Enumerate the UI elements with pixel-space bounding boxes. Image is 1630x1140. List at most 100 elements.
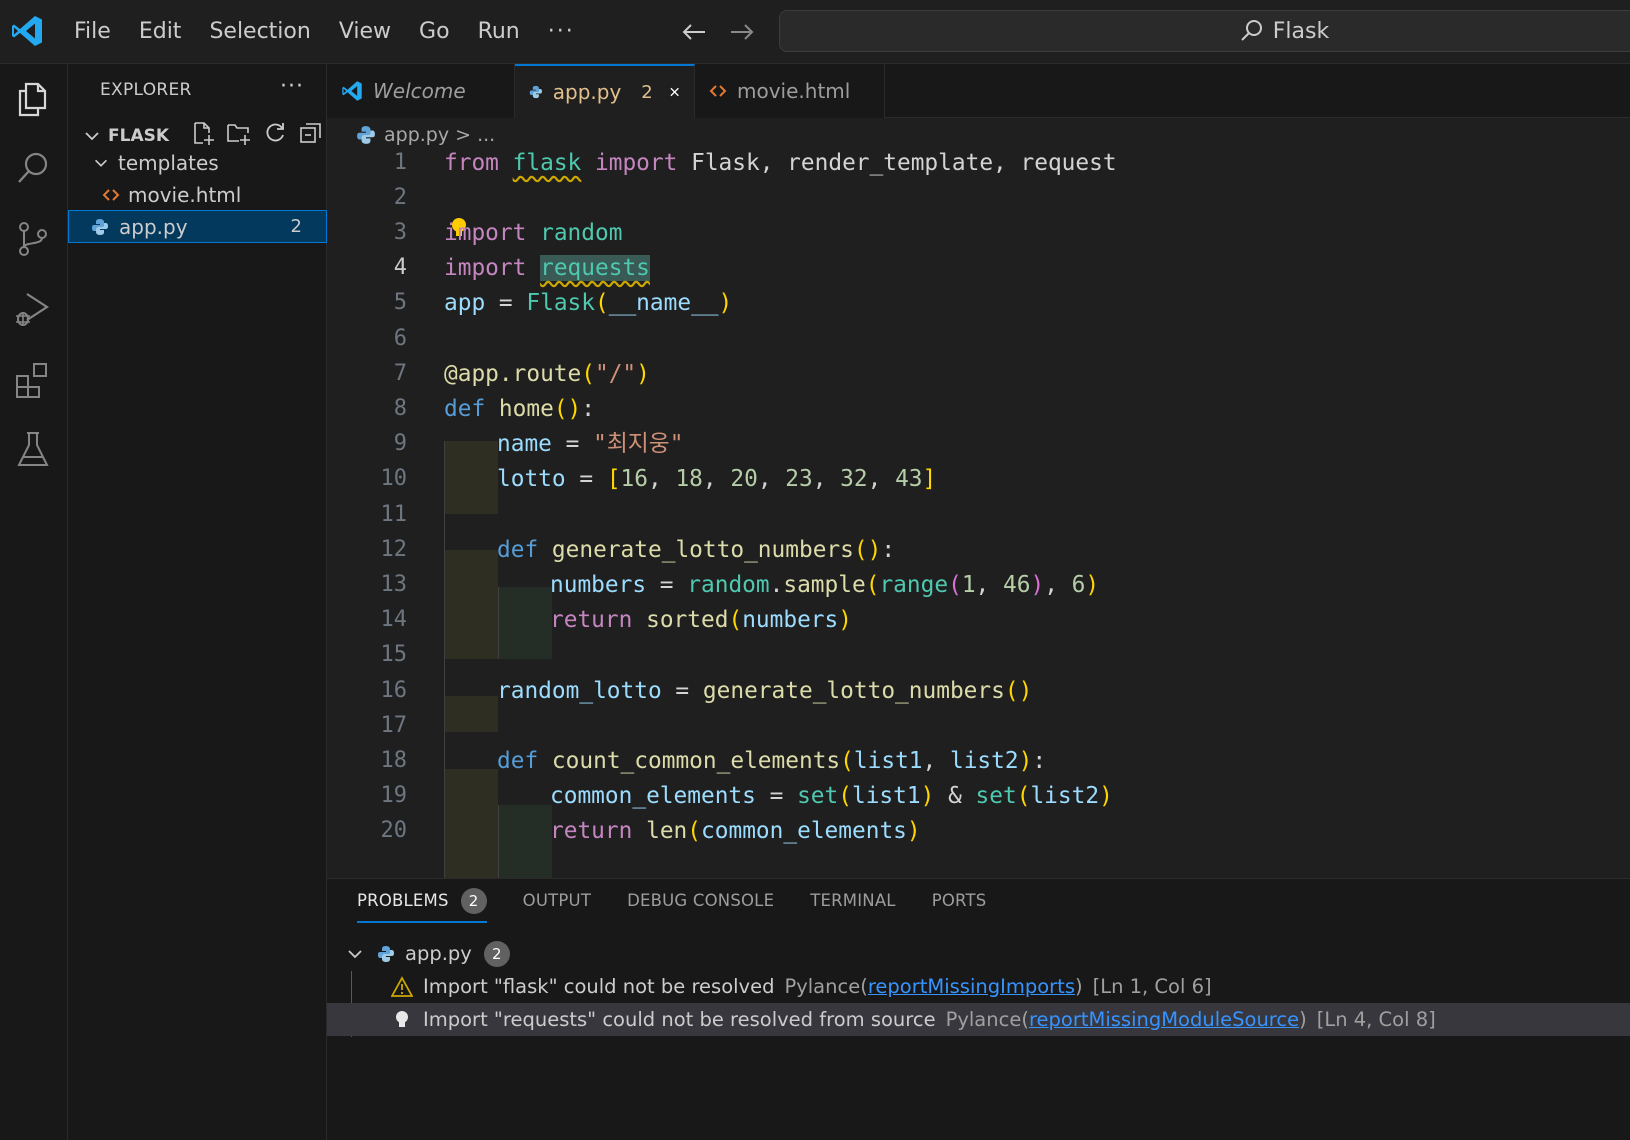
problem-source: Pylance(reportMissingImports): [784, 975, 1083, 998]
menu-go[interactable]: Go: [405, 12, 464, 52]
tree-item-movie-html[interactable]: movie.html: [68, 178, 327, 211]
problems-file-badge: 2: [483, 940, 510, 967]
panel-tabs: PROBLEMS 2 OUTPUT DEBUG CONSOLE TERMINAL …: [357, 879, 1022, 923]
run-debug-icon[interactable]: [12, 288, 54, 330]
line-number: 1: [393, 150, 407, 175]
line-number: 17: [380, 713, 408, 738]
problem-code-link[interactable]: reportMissingImports: [868, 975, 1075, 998]
breadcrumb[interactable]: app.py > ...: [356, 120, 495, 150]
code-line-16: random_lotto = generate_lotto_numbers(): [497, 678, 1033, 704]
extensions-icon[interactable]: [12, 358, 54, 400]
command-center-search[interactable]: Flask: [779, 10, 1630, 52]
code-line-18: def count_common_elements(list1, list2):: [497, 748, 1047, 774]
line-number: 2: [393, 185, 407, 210]
tab-output[interactable]: OUTPUT: [523, 879, 591, 923]
explorer-more-button[interactable]: ···: [280, 74, 304, 99]
vscode-logo-icon: [342, 81, 362, 101]
code-line-10: lotto = [16, 18, 20, 23, 32, 43]: [497, 466, 937, 492]
tab-label: movie.html: [737, 79, 851, 103]
back-arrow-icon[interactable]: [678, 16, 710, 48]
line-number-current: 4: [393, 255, 407, 280]
html-file-icon: [709, 85, 727, 97]
line-number: 6: [393, 326, 407, 351]
tree-item-templates[interactable]: templates: [68, 146, 327, 179]
menu-run[interactable]: Run: [464, 12, 534, 52]
chevron-down-icon: [348, 949, 362, 958]
new-folder-icon[interactable]: [226, 120, 252, 146]
indent-guide-block: [498, 587, 552, 659]
tab-ports[interactable]: PORTS: [932, 879, 987, 923]
indent-guide-block: [444, 441, 498, 514]
code-editor[interactable]: 1 2 3 4 5 6 7 8 9 10 11 12 13 14 15 16 1…: [327, 150, 1630, 878]
explorer-sidebar: EXPLORER ··· FLASK templates movie.html …: [68, 64, 327, 1140]
indent-guide-block: [444, 769, 498, 878]
title-bar: File Edit Selection View Go Run ··· Flas…: [0, 0, 1630, 64]
problem-location: [Ln 4, Col 8]: [1316, 1008, 1436, 1031]
problems-count-badge: 2: [460, 888, 487, 914]
chevron-down-icon: [95, 159, 107, 167]
code-line-7: @app.route("/"): [444, 361, 650, 387]
line-number: 7: [393, 361, 407, 386]
line-number: 10: [380, 466, 408, 491]
tab-debug-console[interactable]: DEBUG CONSOLE: [627, 879, 774, 923]
problem-row-selected[interactable]: Import "requests" could not be resolved …: [327, 1003, 1630, 1036]
line-number: 16: [380, 678, 408, 703]
menu-file[interactable]: File: [60, 12, 125, 52]
tab-label: Welcome: [373, 79, 466, 103]
search-icon[interactable]: [12, 148, 54, 190]
menu-edit[interactable]: Edit: [125, 12, 196, 52]
breadcrumb-rest[interactable]: > ...: [455, 124, 495, 146]
tab-movie-html[interactable]: movie.html: [695, 64, 885, 118]
code-line-12: def generate_lotto_numbers():: [497, 537, 896, 563]
explorer-files-icon[interactable]: [12, 78, 54, 120]
editor-tabs: Welcome app.py 2 movie.html: [327, 64, 1630, 118]
tree-item-app-py[interactable]: app.py 2: [68, 210, 327, 243]
lightbulb-icon: [396, 1010, 408, 1027]
tab-terminal[interactable]: TERMINAL: [810, 879, 896, 923]
code-line-1: from flask import Flask, render_template…: [444, 150, 1117, 176]
menu-selection[interactable]: Selection: [195, 12, 324, 52]
line-number: 11: [380, 502, 408, 527]
indent-guide-block: [444, 696, 498, 732]
indent-guide-block: [498, 805, 552, 878]
tree-item-label: templates: [118, 150, 219, 175]
source-control-icon[interactable]: [12, 218, 54, 260]
python-file-icon: [378, 945, 394, 962]
breadcrumb-file[interactable]: app.py: [384, 124, 449, 146]
code-line-19: common_elements = set(list1) & set(list2…: [550, 783, 1113, 809]
problem-code-link[interactable]: reportMissingModuleSource: [1029, 1008, 1299, 1031]
problem-message: Import "requests" could not be resolved …: [423, 1008, 936, 1031]
problems-file-row[interactable]: app.py 2: [327, 937, 1630, 970]
testing-flask-icon[interactable]: [12, 428, 54, 470]
python-file-icon: [357, 126, 375, 144]
line-number: 9: [393, 431, 407, 456]
vscode-logo-icon[interactable]: [10, 14, 44, 48]
refresh-icon[interactable]: [262, 120, 288, 146]
code-line-9: name = "최지웅": [497, 431, 684, 457]
problem-source: Pylance(reportMissingModuleSource): [945, 1008, 1307, 1031]
problem-row[interactable]: Import "flask" could not be resolved Pyl…: [327, 970, 1630, 1003]
collapse-all-icon[interactable]: [298, 120, 324, 146]
line-number: 5: [393, 290, 407, 315]
code-line-4: import requests: [444, 255, 650, 281]
line-number: 18: [380, 748, 408, 773]
tab-problems[interactable]: PROBLEMS 2: [357, 879, 487, 923]
line-number: 12: [380, 537, 408, 562]
tab-welcome[interactable]: Welcome: [327, 64, 515, 118]
line-number: 14: [380, 607, 408, 632]
menu-view[interactable]: View: [325, 12, 405, 52]
menu-more-button[interactable]: ···: [534, 12, 589, 52]
line-number: 8: [393, 396, 407, 421]
new-file-icon[interactable]: [190, 120, 216, 146]
tab-app-py[interactable]: app.py 2: [515, 64, 695, 118]
forward-arrow-icon[interactable]: [726, 16, 758, 48]
tab-label: app.py: [552, 80, 622, 104]
explorer-actions: [190, 120, 324, 146]
code-line-14: return sorted(numbers): [550, 607, 852, 633]
warning-icon: [391, 975, 413, 997]
bottom-panel: PROBLEMS 2 OUTPUT DEBUG CONSOLE TERMINAL …: [327, 878, 1630, 1140]
indent-guide-line: [498, 805, 499, 878]
problem-location: [Ln 1, Col 6]: [1092, 975, 1212, 998]
close-icon[interactable]: [669, 83, 680, 101]
indent-guide-line: [498, 587, 499, 659]
